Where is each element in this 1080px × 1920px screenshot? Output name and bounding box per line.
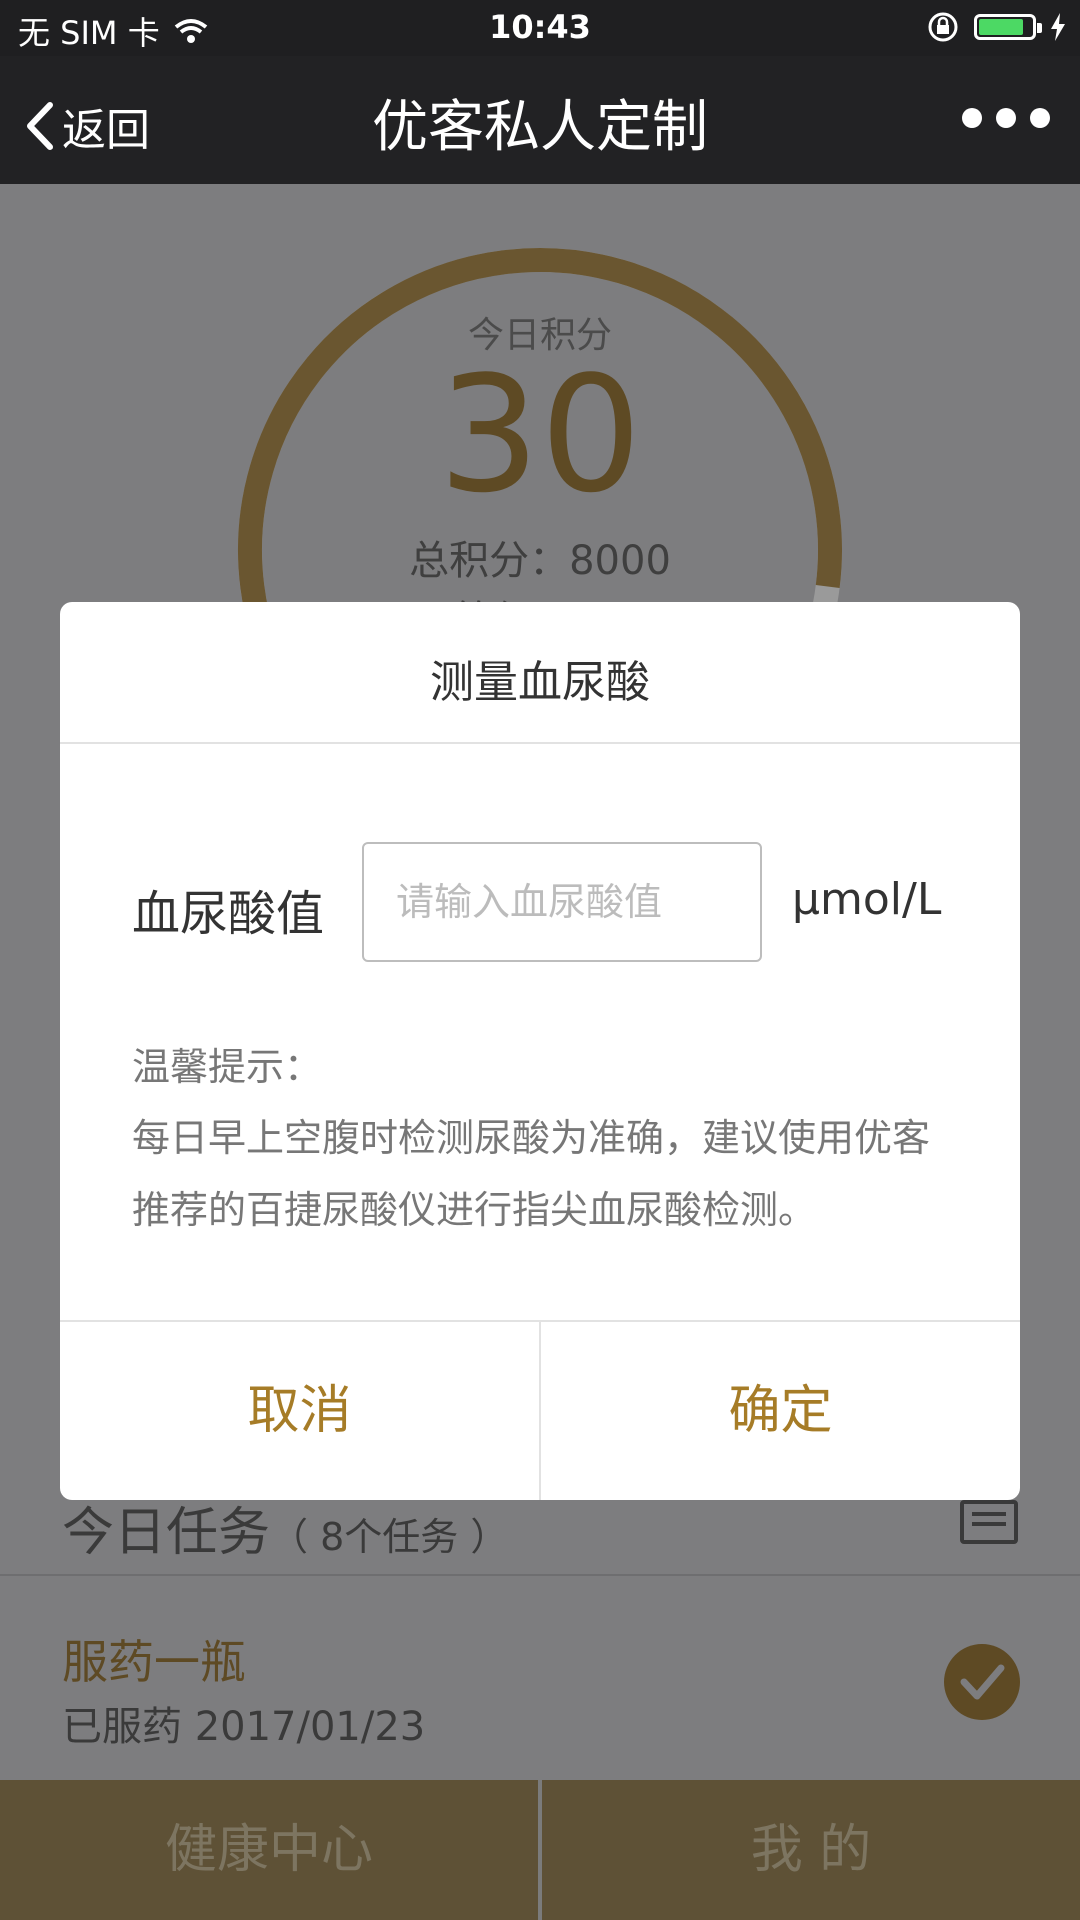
confirm-button[interactable]: 确定 bbox=[541, 1322, 1020, 1500]
charging-icon bbox=[1051, 13, 1065, 41]
page-title: 优客私人定制 bbox=[372, 95, 708, 160]
total-points: 总积分：8000 bbox=[409, 538, 671, 584]
tip-text: 每日早上空腹时检测尿酸为准确，建议使用优客推荐的百捷尿酸仪进行指尖血尿酸检测。 bbox=[132, 1116, 931, 1232]
orientation-lock-icon bbox=[928, 12, 958, 42]
tab-mine[interactable]: 我 的 bbox=[542, 1780, 1080, 1920]
tab-bar: 健康中心 我 的 bbox=[0, 1780, 1080, 1920]
check-icon[interactable] bbox=[944, 1644, 1020, 1720]
task-status: 已服药 2017/01/23 bbox=[62, 1704, 426, 1750]
today-points-value: 30 bbox=[438, 341, 642, 528]
battery-level bbox=[979, 19, 1023, 35]
unit-label: µmol/L bbox=[792, 874, 942, 925]
uric-acid-label: 血尿酸值 bbox=[132, 886, 325, 942]
tasks-count: （ 8个任务 ） bbox=[270, 1515, 509, 1559]
uric-acid-dialog: 测量血尿酸 血尿酸值 µmol/L 温馨提示： 每日早上空腹时检测尿酸为准确，建… bbox=[60, 602, 1020, 1500]
status-time: 10:43 bbox=[489, 8, 591, 46]
status-bar: 无 SIM 卡 10:43 bbox=[0, 0, 1080, 56]
more-dot-icon bbox=[1030, 108, 1050, 128]
list-icon[interactable] bbox=[960, 1500, 1018, 1544]
tasks-title: 今日任务 bbox=[62, 1503, 271, 1563]
battery-icon bbox=[974, 14, 1042, 40]
dialog-title: 测量血尿酸 bbox=[430, 657, 650, 708]
navigation-bar: 返回 优客私人定制 bbox=[0, 56, 1080, 184]
dialog-actions: 取消 确定 bbox=[60, 1322, 1020, 1500]
cancel-button[interactable]: 取消 bbox=[60, 1322, 539, 1500]
more-menu-button[interactable] bbox=[962, 108, 1050, 128]
tasks-header: 今日任务（ 8个任务 ） bbox=[62, 1490, 508, 1565]
uric-acid-input[interactable] bbox=[362, 842, 762, 962]
task-name: 服药一瓶 bbox=[62, 1635, 246, 1689]
divider bbox=[60, 742, 1020, 744]
divider bbox=[0, 1574, 1080, 1576]
tip-title: 温馨提示： bbox=[132, 1045, 323, 1089]
more-dot-icon bbox=[962, 108, 982, 128]
status-right bbox=[926, 10, 1066, 44]
more-dot-icon bbox=[996, 108, 1016, 128]
tab-health-center[interactable]: 健康中心 bbox=[0, 1780, 538, 1920]
